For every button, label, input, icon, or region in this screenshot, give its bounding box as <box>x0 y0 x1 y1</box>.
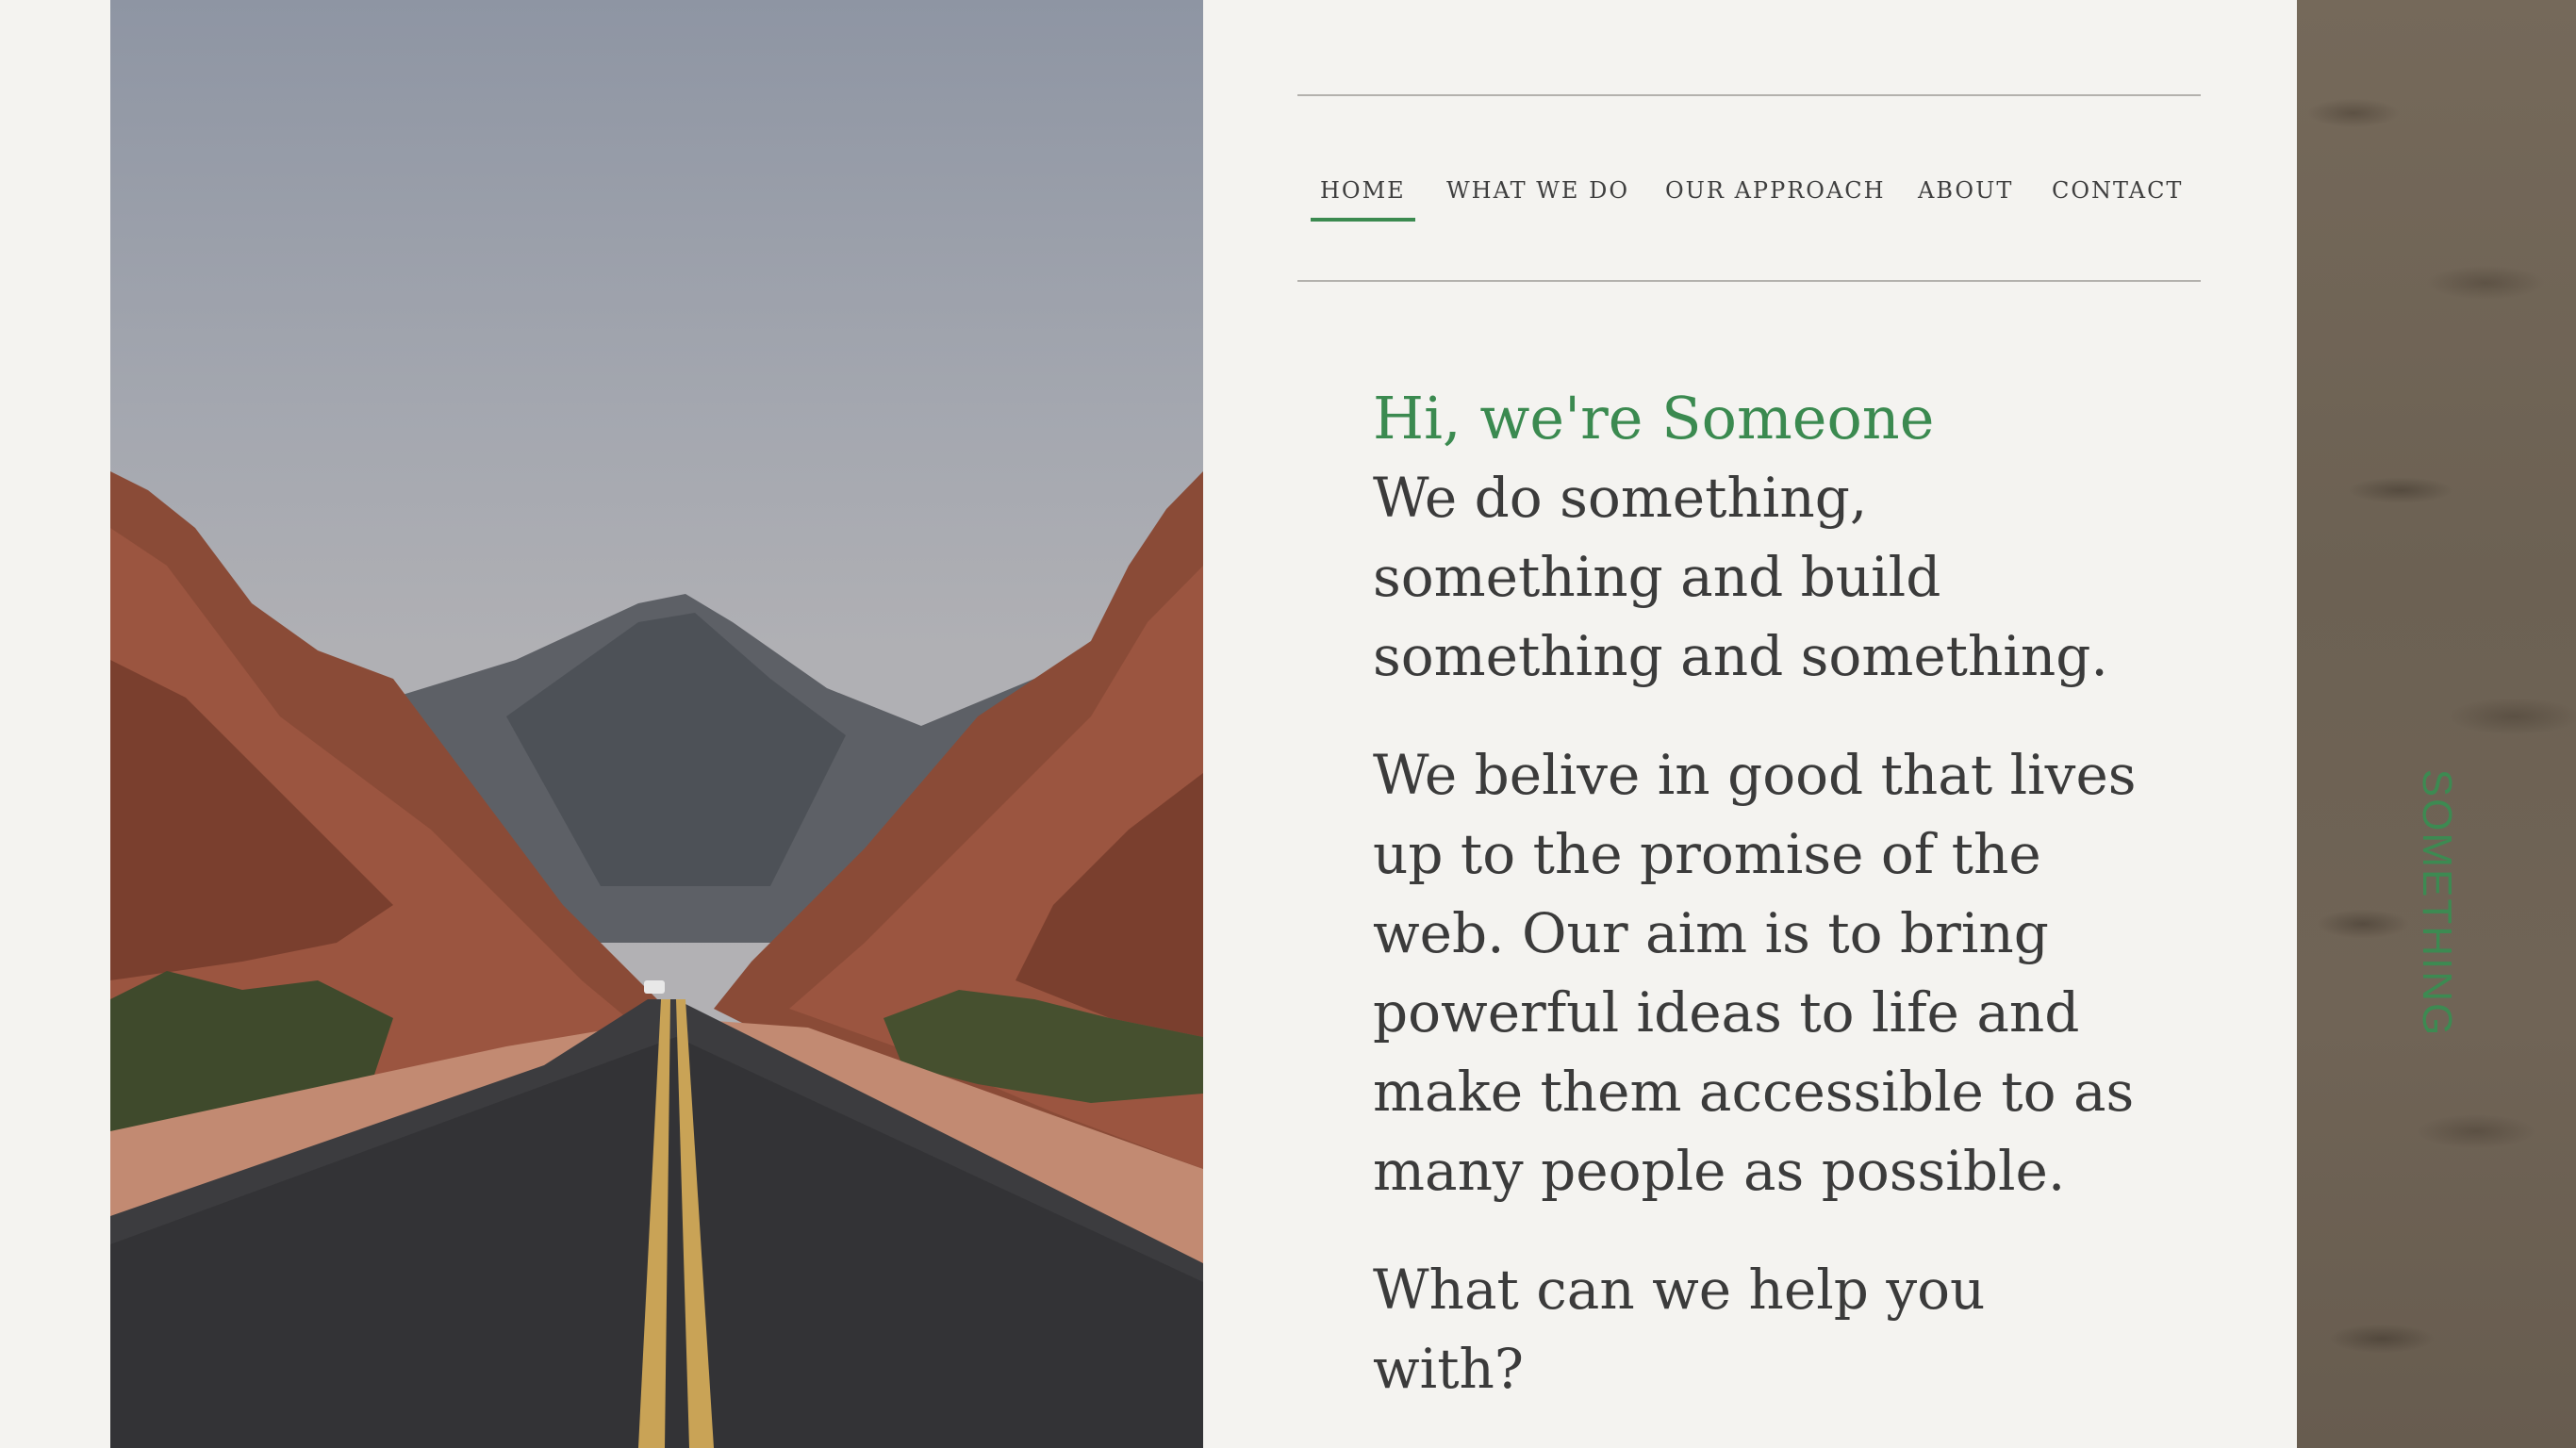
hero-title: Hi, we're Someone <box>1373 384 1935 452</box>
hero-belief-line: powerful ideas to life and <box>1373 980 2080 1045</box>
nav-item-what-we-do[interactable]: WHAT WE DO <box>1446 177 1629 204</box>
hero-question-line: with? <box>1373 1337 1524 1401</box>
hero-belief-line: many people as possible. <box>1373 1139 2066 1203</box>
desert-road-image <box>110 471 1203 1448</box>
hero-intro: We do something, something and build som… <box>1373 458 2165 696</box>
hero-intro-line: We do something, <box>1373 466 1868 530</box>
hero-belief-line: up to the promise of the <box>1373 822 2041 886</box>
nav-item-our-approach[interactable]: OUR APPROACH <box>1665 177 1886 204</box>
hero-intro-line: something and something. <box>1373 624 2108 688</box>
side-strip-label: SOMETHING <box>2414 768 2460 1038</box>
hero-content: Hi, we're Someone We do something, somet… <box>1373 379 2165 1408</box>
hero-question-line: What can we help you <box>1373 1258 1986 1322</box>
nav-item-contact[interactable]: CONTACT <box>2052 177 2183 204</box>
nav-top-divider <box>1297 94 2201 96</box>
nav-item-home[interactable]: HOME <box>1311 177 1415 222</box>
nav-bottom-divider <box>1297 280 2201 282</box>
hero-belief-line: make them accessible to as <box>1373 1060 2135 1124</box>
hero-photo <box>110 0 1203 1448</box>
hero-belief: We belive in good that lives up to the p… <box>1373 735 2165 1210</box>
hero-belief-line: We belive in good that lives <box>1373 743 2137 807</box>
hero-question: What can we help you with? <box>1373 1250 2165 1408</box>
main-nav: HOME WHAT WE DO OUR APPROACH ABOUT CONTA… <box>1297 166 2201 222</box>
nav-item-about[interactable]: ABOUT <box>1918 177 2013 204</box>
side-texture-strip <box>2297 0 2576 1448</box>
hero-intro-line: something and build <box>1373 545 1941 609</box>
hero-belief-line: web. Our aim is to bring <box>1373 901 2049 965</box>
